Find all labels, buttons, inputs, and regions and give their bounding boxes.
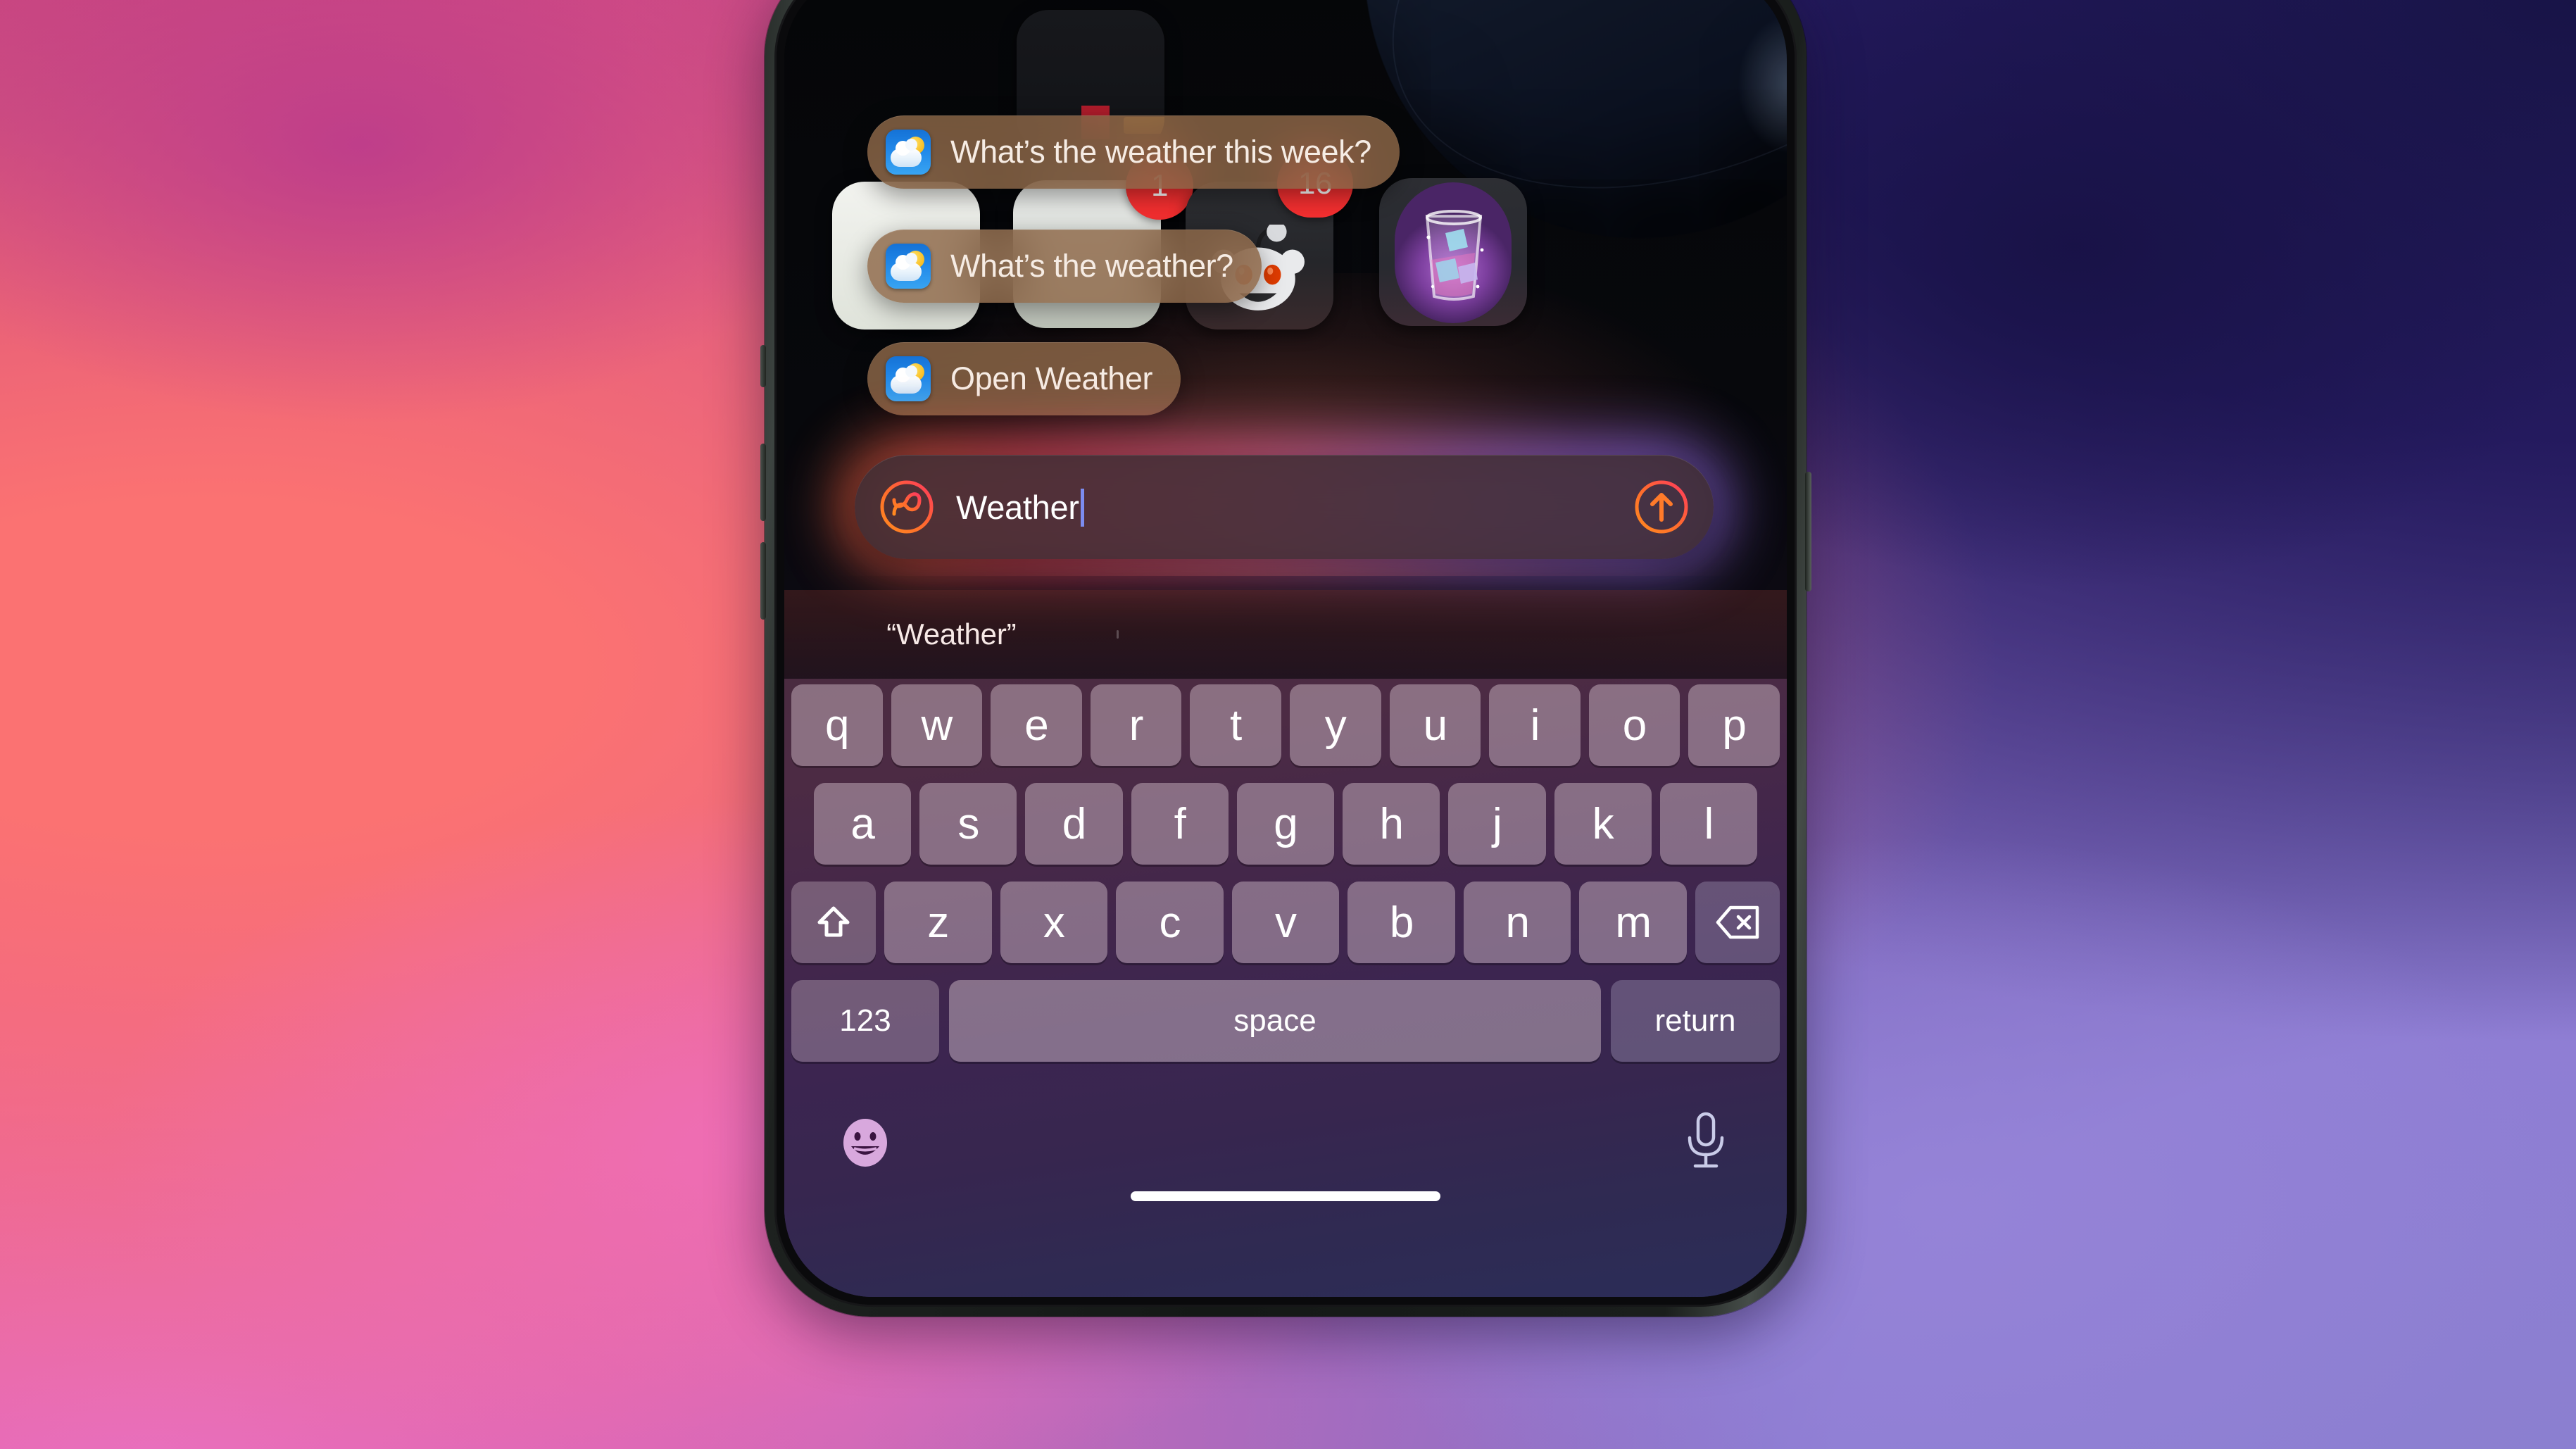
onscreen-keyboard: q w e r t y u i o p a s d f g h j k l z … [784, 679, 1787, 1297]
key-j[interactable]: j [1448, 783, 1546, 865]
cloud-icon [891, 365, 922, 394]
key-x[interactable]: x [1000, 882, 1108, 963]
key-f[interactable]: f [1131, 783, 1229, 865]
ringer-switch-button[interactable] [760, 345, 766, 387]
key-n[interactable]: n [1463, 882, 1571, 963]
prediction-candidate[interactable]: “Weather” [784, 617, 1119, 651]
key-c[interactable]: c [1116, 882, 1224, 963]
emoji-smiley-icon [843, 1119, 887, 1167]
key-y[interactable]: y [1289, 684, 1381, 766]
siri-suggestion-chip[interactable]: What’s the weather this week? [867, 115, 1400, 189]
siri-infinity-icon[interactable] [879, 479, 935, 535]
prediction-divider [1116, 630, 1119, 639]
water-tracker-app-icon[interactable] [1379, 178, 1527, 326]
side-power-button[interactable] [1805, 472, 1811, 591]
key-a[interactable]: a [814, 783, 912, 865]
key-g[interactable]: g [1236, 783, 1335, 865]
key-i[interactable]: i [1489, 684, 1581, 766]
shift-arrow-up-icon [817, 906, 850, 937]
siri-suggestion-label: What’s the weather this week? [950, 134, 1371, 170]
dictation-button[interactable] [1684, 1111, 1728, 1170]
key-p[interactable]: p [1688, 684, 1780, 766]
microphone-icon [1688, 1112, 1724, 1168]
key-z[interactable]: z [884, 882, 992, 963]
key-l[interactable]: l [1659, 783, 1757, 865]
siri-input-value-wrapper: Weather [956, 488, 1084, 527]
key-q[interactable]: q [791, 684, 883, 766]
shift-key[interactable] [791, 882, 876, 963]
key-e[interactable]: e [991, 684, 1082, 766]
key-m[interactable]: m [1579, 882, 1688, 963]
key-o[interactable]: o [1588, 684, 1680, 766]
text-caret [1080, 488, 1084, 527]
iphone-device-frame: 1 16 [760, 0, 1811, 1317]
numbers-key[interactable]: 123 [791, 980, 939, 1062]
delete-key[interactable] [1695, 882, 1780, 963]
key-w[interactable]: w [891, 684, 983, 766]
siri-suggestion-label: What’s the weather? [950, 248, 1233, 284]
volume-up-button[interactable] [760, 444, 766, 521]
keyboard-prediction-bar: “Weather” [784, 590, 1787, 679]
key-h[interactable]: h [1343, 783, 1440, 865]
volume-down-button[interactable] [760, 542, 766, 620]
keyboard-row-2: a s d f g h j k l [784, 783, 1787, 865]
key-r[interactable]: r [1090, 684, 1182, 766]
siri-suggestion-chip[interactable]: Open Weather [867, 342, 1181, 415]
key-k[interactable]: k [1554, 783, 1652, 865]
siri-input-value: Weather [956, 488, 1079, 526]
keyboard-row-4: 123 space return [784, 980, 1787, 1062]
weather-app-icon [886, 244, 931, 289]
key-s[interactable]: s [919, 783, 1017, 865]
keyboard-row-3: z x c v b n m [784, 882, 1787, 963]
return-key[interactable]: return [1611, 980, 1780, 1062]
cloud-icon [891, 253, 922, 281]
glass-of-ice-glyph [1425, 210, 1484, 301]
cloud-icon [891, 139, 922, 167]
key-d[interactable]: d [1025, 783, 1123, 865]
prediction-label: “Weather” [886, 617, 1017, 651]
weather-app-icon [886, 130, 931, 175]
siri-suggestion-label: Open Weather [950, 360, 1153, 396]
keyboard-bottom-bar [784, 1090, 1787, 1217]
space-key[interactable]: space [949, 980, 1601, 1062]
backspace-delete-icon [1716, 905, 1759, 939]
home-indicator-bar[interactable] [1131, 1191, 1440, 1201]
keyboard-row-1: q w e r t y u i o p [784, 684, 1787, 766]
siri-suggestion-chip[interactable]: What’s the weather? [867, 230, 1262, 303]
siri-send-button[interactable] [1633, 479, 1690, 535]
key-u[interactable]: u [1389, 684, 1481, 766]
phone-screen: 1 16 [784, 0, 1787, 1297]
key-t[interactable]: t [1190, 684, 1281, 766]
siri-text-input-field[interactable]: Weather [855, 455, 1714, 559]
key-b[interactable]: b [1347, 882, 1455, 963]
key-v[interactable]: v [1231, 882, 1340, 963]
weather-app-icon [886, 356, 931, 401]
emoji-keyboard-button[interactable] [839, 1117, 891, 1169]
